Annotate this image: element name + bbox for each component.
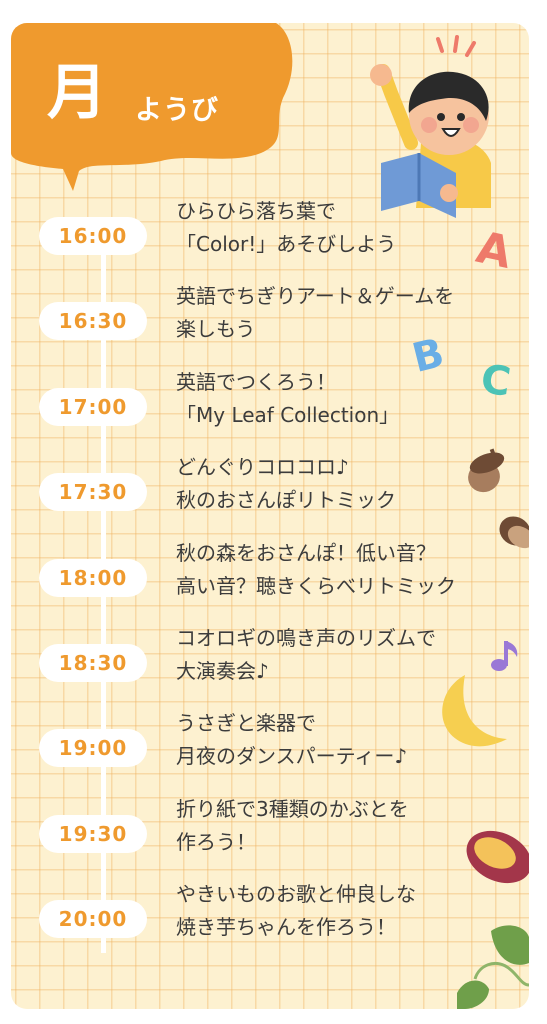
activity-line-1: ひらひら落ち葉で	[176, 199, 336, 223]
schedule-row: 17:30 どんぐりコロコロ♪ 秋のおさんぽリトミック	[11, 451, 529, 531]
activity-description: どんぐりコロコロ♪ 秋のおさんぽリトミック	[176, 451, 521, 517]
activity-line-2: 楽しもう	[176, 317, 256, 342]
schedule-row: 17:00 英語でつくろう！ 「My Leaf Collection」	[11, 366, 529, 446]
time-badge: 17:00	[39, 387, 147, 426]
activity-description: 秋の森をおさんぽ！低い音？ 高い音？聴きくらべリトミック	[176, 537, 521, 603]
schedule-row: 18:30 コオロギの鳴き声のリズムで 大演奏会♪	[11, 622, 529, 702]
activity-line-2: 高い音？聴きくらべリトミック	[176, 573, 456, 598]
schedule-row: 20:00 やきいものお歌と仲良しな 焼き芋ちゃんを作ろう！	[11, 878, 529, 958]
activity-line-1: 折り紙で3種類のかぶとを	[176, 796, 409, 821]
time-badge: 18:00	[39, 558, 147, 597]
activity-line-2: 「Color!」あそびしよう	[176, 232, 397, 256]
day-suffix: ようび	[135, 95, 219, 126]
time-badge: 20:00	[39, 900, 147, 939]
activity-description: コオロギの鳴き声のリズムで 大演奏会♪	[176, 622, 521, 688]
activity-line-2: 作ろう！	[176, 829, 256, 854]
activity-line-2: 月夜のダンスパーティー♪	[176, 744, 408, 769]
activity-line-1: 英語でちぎりアート＆ゲームを	[176, 284, 455, 309]
activity-line-2: 焼き芋ちゃんを作ろう！	[176, 915, 396, 940]
time-badge: 18:30	[39, 644, 147, 682]
schedule-row: 19:30 折り紙で3種類のかぶとを 作ろう！	[11, 793, 529, 873]
activity-line-1: コオロギの鳴き声のリズムで	[176, 626, 436, 650]
schedule-row: 19:00 うさぎと楽器で月夜のダンスパーティー♪	[11, 707, 529, 787]
boy-reading-icon	[370, 35, 491, 218]
activity-description: うさぎと楽器で月夜のダンスパーティー♪	[176, 707, 521, 773]
time-badge: 19:00	[39, 729, 147, 768]
activity-description: ひらひら落ち葉で「Color!」あそびしよう	[176, 195, 521, 261]
schedule-row: 16:00 ひらひら落ち葉で「Color!」あそびしよう	[11, 195, 529, 275]
activity-line-1: どんぐりコロコロ♪	[176, 455, 349, 480]
activity-line-2: 大演奏会♪	[176, 659, 269, 683]
schedule-card: 月 ようび A B C 16:00 ひらひら落ち葉で 「Color!」あそびしよ…	[11, 23, 529, 1009]
time-badge: 16:30	[39, 302, 147, 341]
activity-line-2: 秋のおさんぽリトミック	[176, 488, 396, 513]
time-badge: 19:30	[39, 814, 147, 853]
schedule-row: 16:30 英語でちぎりアート＆ゲームを 楽しもう	[11, 280, 529, 360]
activity-description: 英語でちぎりアート＆ゲームを 楽しもう	[176, 280, 521, 346]
activity-description: やきいものお歌と仲良しな 焼き芋ちゃんを作ろう！	[176, 878, 521, 944]
activity-line-1: やきいものお歌と仲良しな	[176, 882, 416, 907]
activity-line-2: 「My Leaf Collection」	[176, 402, 400, 427]
activity-line-1: 秋の森をおさんぽ！低い音？	[176, 540, 436, 565]
schedule-row: 18:00 秋の森をおさんぽ！低い音？ 高い音？聴きくらべリトミック	[11, 537, 529, 617]
activity-line-1: 英語でつくろう！	[176, 369, 336, 394]
time-badge: 17:30	[39, 473, 147, 512]
time-badge: 16:00	[39, 217, 147, 255]
activity-description: 折り紙で3種類のかぶとを 作ろう！	[176, 793, 521, 859]
activity-description: 英語でつくろう！ 「My Leaf Collection」	[176, 366, 521, 432]
activity-line-1: うさぎと楽器で	[176, 711, 316, 736]
day-title: 月	[47, 58, 107, 128]
